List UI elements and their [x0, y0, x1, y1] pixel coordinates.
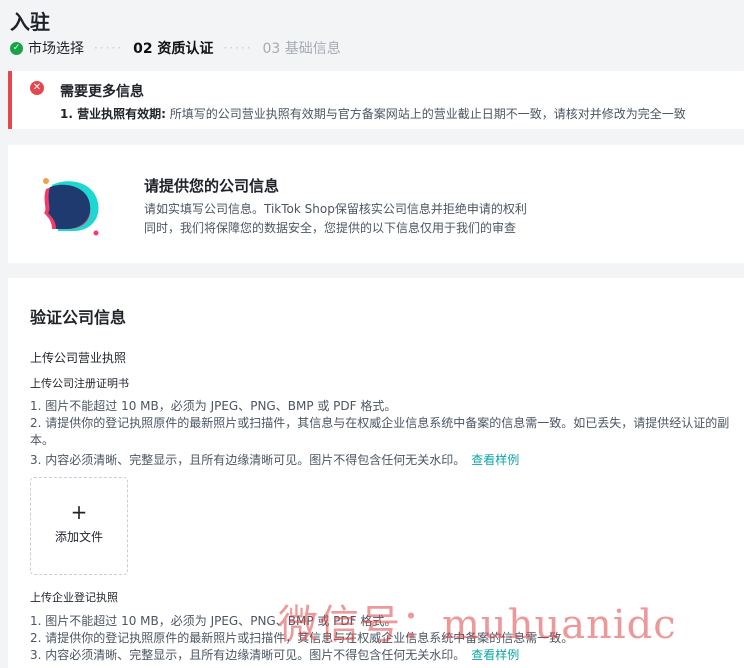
- section-title: 验证公司信息: [30, 308, 127, 327]
- step-label: 02 资质认证: [133, 41, 214, 57]
- step-label: 市场选择: [28, 41, 84, 57]
- step-basic-info: 03 基础信息: [263, 38, 341, 58]
- rule-3-text: 3. 内容必须清晰、完整显示，且所有边缘清晰可见。图片不得包含任何无关水印。: [30, 453, 466, 467]
- intro-line-2: 同时，我们将保障您的数据安全，您提供的以下信息仅用于我们的审查: [144, 221, 517, 235]
- add-file-dropzone[interactable]: + 添加文件: [30, 477, 128, 575]
- view-example-link[interactable]: 查看样例: [471, 648, 519, 662]
- alert-detail: 1. 营业执照有效期: 所填写的公司营业执照有效期与官方备案网站上的营业截止日期…: [60, 105, 686, 122]
- alert-detail-prefix: 1. 营业执照有效期:: [60, 107, 166, 121]
- upload-license-label: 上传公司营业执照: [30, 351, 127, 365]
- alert-detail-text: 所填写的公司营业执照有效期与官方备案网站上的营业截止日期不一致，请核对并修改为完…: [165, 107, 686, 121]
- view-example-link[interactable]: 查看样例: [471, 453, 519, 467]
- face-profile-illustration: [43, 178, 99, 236]
- rule-2: 2. 请提供你的登记执照原件的最新照片或扫描件，其信息与在权威企业信息系统中备案…: [30, 416, 730, 447]
- intro-title: 请提供您的公司信息: [144, 177, 280, 195]
- step-separator: ·····: [94, 41, 124, 55]
- alert-title: 需要更多信息: [60, 84, 144, 100]
- step-indicator: ✓ 市场选择 ····· 02 资质认证 ····· 03 基础信息: [10, 38, 341, 58]
- rule-3-text: 3. 内容必须清晰、完整显示，且所有边缘清晰可见。图片不得包含任何无关水印。: [30, 648, 466, 662]
- page-title: 入驻: [10, 10, 50, 34]
- error-icon: ✕: [30, 81, 44, 95]
- intro-line-1: 请如实填写公司信息。TikTok Shop保留核实公司信息并拒绝申请的权利: [144, 202, 527, 216]
- rule-3: 3. 内容必须清晰、完整显示，且所有边缘清晰可见。图片不得包含任何无关水印。 查看…: [30, 452, 742, 469]
- add-file-label: 添加文件: [54, 530, 103, 544]
- step-market-selection: ✓ 市场选择: [10, 38, 84, 58]
- error-alert: ✕ 需要更多信息 1. 营业执照有效期: 所填写的公司营业执照有效期与官方备案网…: [8, 71, 744, 129]
- rule-1: 1. 图片不能超过 10 MB，必须为 JPEG、PNG、BMP 或 PDF 格…: [30, 399, 397, 413]
- watermark-text: 微信号：muhuanidc: [278, 602, 677, 648]
- registration-certificate-label: 上传公司注册证明书: [30, 377, 129, 390]
- check-icon: ✓: [10, 41, 23, 55]
- step-qualification: 02 资质认证: [133, 38, 213, 58]
- company-info-intro-card: 请提供您的公司信息 请如实填写公司信息。TikTok Shop保留核实公司信息并…: [8, 145, 744, 263]
- business-registration-license-label: 上传企业登记执照: [30, 591, 118, 604]
- step-label: 03 基础信息: [262, 41, 341, 57]
- step-separator: ·····: [223, 41, 253, 55]
- plus-icon: +: [70, 500, 88, 524]
